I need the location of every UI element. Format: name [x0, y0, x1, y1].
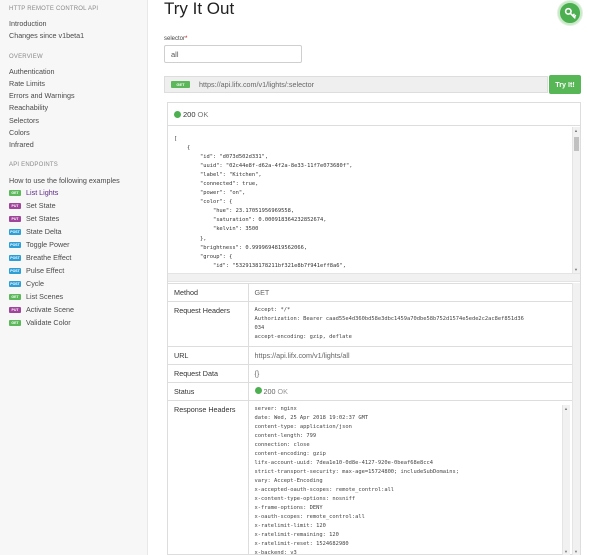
method-badge-post: POST [9, 280, 21, 287]
method-badge-post: POST [9, 241, 21, 248]
sidebar-link-rate-limits[interactable]: Rate Limits [9, 79, 45, 88]
endpoints-section-title: API ENDPOINTS [9, 162, 58, 168]
method-badge-get: GET [9, 189, 21, 196]
method-badge-post: POST [9, 254, 21, 261]
sidebar-link-selectors[interactable]: Selectors [9, 116, 39, 125]
page-title: Try It Out [164, 0, 235, 18]
response-panel: 200 OK [ { "id": "d073d502d331", "uuid":… [167, 102, 581, 555]
table-row: Method GET [168, 283, 580, 302]
status-dot-icon [254, 387, 262, 394]
sidebar-endpoint-cycle[interactable]: POST Cycle [9, 279, 44, 288]
method-badge-get: GET [9, 319, 21, 326]
method-value: GET [248, 283, 580, 302]
sidebar-link-errors[interactable]: Errors and Warnings [9, 91, 75, 100]
main-content: Try It Out selector* all GET https://api… [149, 0, 590, 555]
status-text: OK [197, 109, 209, 119]
request-details-table: Method GET Request Headers Accept: */* A… [168, 283, 580, 555]
endpoint-label: Set State [26, 201, 56, 210]
required-marker: * [185, 36, 188, 42]
overview-section-title: OVERVIEW [9, 54, 43, 60]
response-body[interactable]: [ { "id": "d073d502d331", "uuid": "02c44… [168, 127, 580, 273]
status-label: Status [168, 382, 249, 401]
sidebar-link-colors[interactable]: Colors [9, 128, 30, 137]
endpoint-label: Set States [26, 214, 60, 223]
request-url: https://api.lifx.com/v1/lights/:selector [199, 80, 315, 89]
method-badge-post: POST [9, 228, 21, 235]
status-code: 200 [183, 109, 196, 119]
sidebar-link-authentication[interactable]: Authentication [9, 67, 55, 76]
endpoint-label: State Delta [26, 227, 62, 236]
sidebar-link-changes[interactable]: Changes since v1beta1 [9, 31, 84, 40]
sidebar-endpoint-list-scenes[interactable]: GET List Scenes [9, 292, 63, 301]
sidebar-endpoint-breathe-effect[interactable]: POST Breathe Effect [9, 253, 71, 262]
api-section-title: HTTP REMOTE CONTROL API [9, 6, 99, 12]
request-data-label: Request Data [168, 364, 249, 383]
sidebar-endpoint-set-state[interactable]: PUT Set State [9, 201, 56, 210]
method-badge-put: PUT [9, 202, 21, 209]
details-scrollbar[interactable]: ▼ [572, 283, 580, 555]
table-row: Response Headers server: nginx date: Wed… [168, 400, 580, 555]
method-badge-put: PUT [9, 306, 21, 313]
try-it-button[interactable]: Try It! [549, 75, 581, 94]
request-data-value: {} [248, 364, 580, 383]
sidebar-link-infrared[interactable]: Infrared [9, 140, 34, 149]
table-row: Status 200 OK [168, 382, 580, 401]
sidebar: HTTP REMOTE CONTROL API Introduction Cha… [0, 0, 148, 555]
sidebar-endpoint-list-lights[interactable]: GET List Lights [9, 188, 58, 197]
scroll-up-icon[interactable]: ▲ [564, 406, 568, 411]
endpoint-label: Pulse Effect [26, 266, 65, 275]
selector-input[interactable]: all [164, 45, 302, 63]
endpoint-label: List Scenes [26, 292, 64, 301]
table-row: Request Headers Accept: */* Authorizatio… [168, 301, 580, 347]
request-headers-value: Accept: */* Authorization: Bearer caad55… [254, 307, 524, 340]
request-headers-label: Request Headers [168, 301, 249, 347]
method-badge-get: GET [9, 293, 21, 300]
response-status: 200 OK [168, 103, 580, 126]
method-badge-post: POST [9, 267, 21, 274]
endpoint-label: Cycle [26, 279, 44, 288]
request-url-bar: GET https://api.lifx.com/v1/lights/:sele… [164, 76, 548, 93]
sidebar-link-how-to-use[interactable]: How to use the following examples [9, 176, 120, 185]
horizontal-scrollbar[interactable] [168, 273, 580, 282]
sidebar-endpoint-state-delta[interactable]: POST State Delta [9, 227, 62, 236]
method-label: Method [168, 283, 249, 302]
selector-label: selector* [164, 36, 188, 42]
response-headers-label: Response Headers [168, 400, 249, 555]
url-label: URL [168, 346, 249, 365]
sidebar-endpoint-activate-scene[interactable]: PUT Activate Scene [9, 305, 74, 314]
status-value: 200 OK [248, 382, 580, 401]
status-dot-icon [174, 110, 181, 118]
response-headers-value: server: nginx date: Wed, 25 Apr 2018 19:… [254, 406, 459, 555]
endpoint-label: Activate Scene [26, 305, 74, 314]
url-value: https://api.lifx.com/v1/lights/all [248, 346, 580, 365]
scrollbar-thumb[interactable] [574, 137, 579, 151]
key-icon [564, 7, 576, 19]
table-row: URL https://api.lifx.com/v1/lights/all [168, 346, 580, 365]
endpoint-label: Toggle Power [26, 240, 70, 249]
response-body-scrollbar[interactable]: ▲ ▼ [572, 127, 580, 273]
scroll-down-icon[interactable]: ▼ [574, 267, 578, 272]
sidebar-link-reachability[interactable]: Reachability [9, 103, 48, 112]
sidebar-endpoint-validate-color[interactable]: GET Validate Color [9, 318, 71, 327]
method-badge-put: PUT [9, 215, 21, 222]
scroll-down-icon[interactable]: ▼ [574, 549, 578, 554]
table-row: Request Data {} [168, 364, 580, 383]
scroll-down-icon[interactable]: ▼ [564, 549, 568, 554]
response-headers-scrollbar[interactable]: ▲ ▼ [562, 405, 570, 555]
endpoint-label: Breathe Effect [26, 253, 72, 262]
sidebar-endpoint-set-states[interactable]: PUT Set States [9, 214, 59, 223]
scroll-up-icon[interactable]: ▲ [574, 128, 578, 133]
response-json: [ { "id": "d073d502d331", "uuid": "02c44… [174, 136, 353, 269]
sidebar-link-introduction[interactable]: Introduction [9, 19, 47, 28]
sidebar-endpoint-pulse-effect[interactable]: POST Pulse Effect [9, 266, 64, 275]
endpoint-label: List Lights [26, 188, 59, 197]
sidebar-endpoint-toggle-power[interactable]: POST Toggle Power [9, 240, 70, 249]
endpoint-label: Validate Color [26, 318, 71, 327]
method-badge-get: GET [171, 81, 190, 88]
key-button[interactable] [558, 1, 582, 25]
